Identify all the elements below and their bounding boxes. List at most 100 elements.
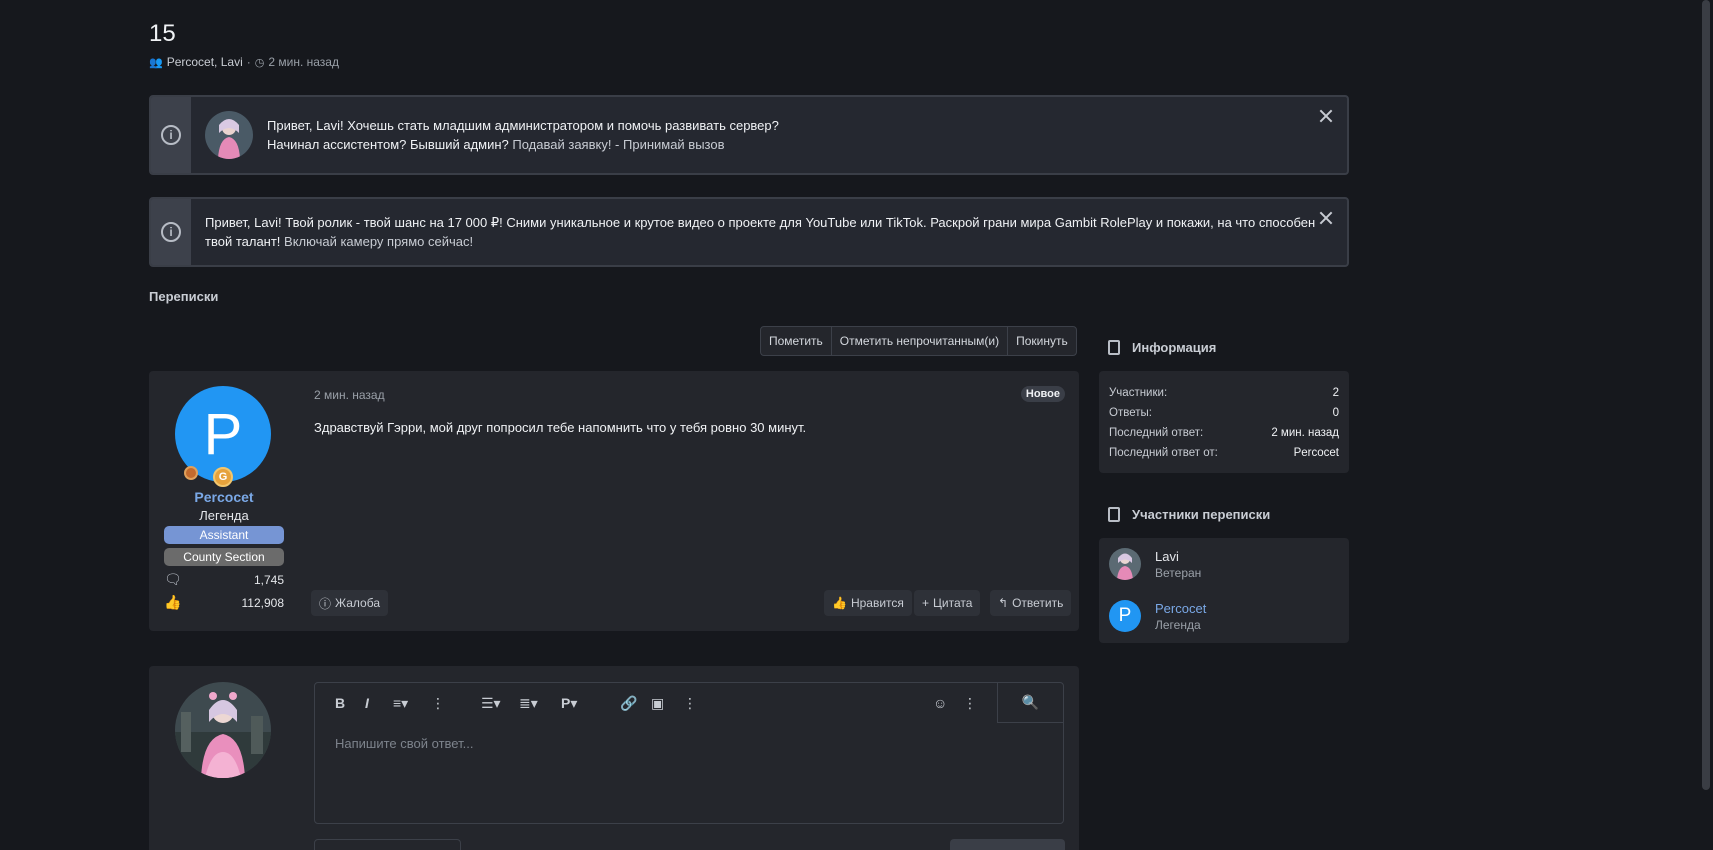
submit-reply-button[interactable] bbox=[950, 839, 1065, 850]
conversation-actions: Пометить Отметить непрочитанным(и) Покин… bbox=[760, 326, 1077, 356]
quote-label: Цитата bbox=[933, 596, 973, 610]
info-key: Участники: bbox=[1109, 387, 1168, 399]
like-label: Нравится bbox=[850, 596, 904, 610]
participants-title: Участники переписки bbox=[1108, 507, 1270, 522]
close-icon[interactable] bbox=[1319, 211, 1333, 225]
notice-text: Начинал ассистентом? Бывший админ? bbox=[267, 137, 513, 152]
message-time[interactable]: 2 мин. назад bbox=[314, 388, 385, 402]
plus-icon: + bbox=[922, 596, 930, 610]
participant-name[interactable]: Percocet bbox=[1155, 601, 1206, 616]
align-icon[interactable]: ≣▾ bbox=[519, 693, 538, 713]
section-title: Переписки bbox=[149, 289, 219, 304]
notice-body: Привет, Lavi! Твой ролик - твой шанс на … bbox=[191, 199, 1347, 265]
participants-title-text: Участники переписки bbox=[1132, 507, 1271, 522]
document-icon bbox=[1108, 340, 1120, 355]
quote-button[interactable]: + Цитата bbox=[914, 590, 981, 616]
conversation-time: 2 мин. назад bbox=[268, 55, 339, 69]
notice-body: Привет, Lavi! Хочешь стать младшим админ… bbox=[191, 97, 1347, 173]
notice-admin-recruitment: i Привет, Lavi! Хочешь стать младшим адм… bbox=[149, 95, 1349, 175]
more-vertical-icon[interactable]: ⋮ bbox=[431, 693, 445, 713]
attach-files-button[interactable] bbox=[314, 839, 461, 850]
participants-link[interactable]: Percocet, Lavi bbox=[167, 55, 243, 69]
link-icon[interactable]: 🔗 bbox=[620, 693, 637, 713]
participant-item[interactable]: P Percocet Легенда bbox=[1109, 600, 1206, 632]
messages-count: 1,745 bbox=[253, 572, 284, 587]
messages-icon: 🗨 bbox=[164, 571, 182, 587]
messages-stat: 🗨 1,745 bbox=[164, 571, 284, 588]
message-user: P G Percocet Легенда Assistant County Se… bbox=[149, 371, 299, 631]
reply-editor: B I ≡▾ ⋮ ☰▾ ≣▾ P▾ 🔗 ▣ ⋮ ☺ ⋮ 🔍 Напишите с… bbox=[314, 682, 1064, 824]
info-key: Ответы: bbox=[1109, 407, 1152, 419]
page-title: 15 bbox=[149, 20, 176, 47]
close-icon[interactable] bbox=[1319, 109, 1333, 123]
medal-icon bbox=[184, 466, 198, 480]
preview-icon[interactable]: 🔍 bbox=[997, 683, 1063, 723]
more-vertical-icon[interactable]: ⋮ bbox=[683, 693, 697, 713]
more-vertical-icon[interactable]: ⋮ bbox=[963, 693, 977, 713]
reply-box: B I ≡▾ ⋮ ☰▾ ≣▾ P▾ 🔗 ▣ ⋮ ☺ ⋮ 🔍 Напишите с… bbox=[149, 666, 1079, 850]
like-button[interactable]: 👍 Нравится bbox=[824, 590, 912, 616]
notice-side: i bbox=[151, 97, 191, 173]
avatar[interactable]: P bbox=[1109, 600, 1141, 632]
reply-label: Ответить bbox=[1012, 596, 1064, 610]
report-button[interactable]: ⓘ Жалоба bbox=[311, 590, 388, 616]
info-title: Информация bbox=[1108, 340, 1216, 355]
info-row: Участники: 2 bbox=[1109, 383, 1339, 403]
username[interactable]: Percocet bbox=[149, 489, 299, 505]
list-icon[interactable]: ☰▾ bbox=[481, 693, 501, 713]
thumbs-up-icon: 👍 bbox=[164, 594, 182, 610]
reply-input[interactable]: Напишите свой ответ... bbox=[335, 736, 473, 751]
leave-button[interactable]: Покинуть bbox=[1008, 327, 1076, 355]
notice-link[interactable]: Подавай заявку! - Принимай вызов bbox=[512, 137, 724, 152]
participant-name[interactable]: Lavi bbox=[1155, 549, 1201, 564]
image-icon[interactable]: ▣ bbox=[651, 693, 664, 713]
participant-item[interactable]: Lavi Ветеран bbox=[1109, 548, 1201, 580]
info-row: Последний ответ от: Percocet bbox=[1109, 443, 1339, 463]
report-label: Жалоба bbox=[335, 596, 380, 610]
notice-line-1: Привет, Lavi! Твой ролик - твой шанс на … bbox=[205, 215, 1316, 230]
avatar[interactable] bbox=[175, 682, 271, 778]
users-icon: 👥 bbox=[149, 56, 163, 69]
notice-line-2: Начинал ассистентом? Бывший админ? Подав… bbox=[267, 135, 779, 154]
notice-text: твой талант! bbox=[205, 234, 285, 249]
coin-badge-icon: G bbox=[213, 467, 233, 487]
report-icon: ⓘ bbox=[319, 596, 332, 611]
info-box: Участники: 2 Ответы: 0 Последний ответ: 2 м… bbox=[1099, 371, 1349, 473]
info-value: 2 мин. назад bbox=[1271, 427, 1339, 439]
avatar[interactable] bbox=[1109, 548, 1141, 580]
notice-avatar bbox=[205, 111, 253, 159]
mark-button[interactable]: Пометить bbox=[761, 327, 832, 355]
info-value: 0 bbox=[1332, 407, 1339, 419]
notice-side: i bbox=[151, 199, 191, 265]
participant-title: Легенда bbox=[1155, 617, 1201, 632]
conversation-meta: 👥 Percocet, Lavi · ◷ 2 мин. назад bbox=[149, 55, 339, 69]
italic-icon[interactable]: I bbox=[365, 693, 369, 713]
info-value: 2 bbox=[1332, 387, 1339, 399]
participant-title: Ветеран bbox=[1155, 565, 1202, 580]
thumbs-up-icon: 👍 bbox=[832, 596, 847, 610]
clock-icon: ◷ bbox=[254, 56, 265, 69]
info-icon: i bbox=[161, 222, 181, 242]
likes-stat: 👍 112,908 bbox=[164, 594, 284, 611]
document-icon bbox=[1108, 507, 1120, 522]
info-title-text: Информация bbox=[1132, 340, 1217, 355]
notice-line-1: Привет, Lavi! Хочешь стать младшим админ… bbox=[267, 118, 779, 133]
info-row: Последний ответ: 2 мин. назад bbox=[1109, 423, 1339, 443]
message-text: Здравствуй Гэрри, мой друг попросил тебе… bbox=[314, 420, 807, 435]
page-scrollbar[interactable] bbox=[1699, 0, 1713, 850]
reply-button[interactable]: ↰ Ответить bbox=[990, 590, 1072, 616]
text-style-icon[interactable]: ≡▾ bbox=[393, 693, 408, 713]
new-badge: Новое bbox=[1020, 386, 1065, 402]
paragraph-icon[interactable]: P▾ bbox=[561, 693, 577, 713]
info-value[interactable]: Percocet bbox=[1294, 443, 1339, 463]
bold-icon[interactable]: B bbox=[335, 693, 345, 713]
editor-toolbar: B I ≡▾ ⋮ ☰▾ ≣▾ P▾ 🔗 ▣ ⋮ ☺ ⋮ 🔍 bbox=[315, 683, 1063, 723]
participants-box: Lavi Ветеран P Percocet Легенда bbox=[1099, 538, 1349, 643]
emoji-icon[interactable]: ☺ bbox=[933, 693, 947, 713]
info-key: Последний ответ: bbox=[1109, 427, 1204, 439]
meta-separator: · bbox=[246, 55, 251, 69]
scrollbar-thumb[interactable] bbox=[1702, 0, 1710, 790]
info-icon: i bbox=[161, 125, 181, 145]
mark-unread-button[interactable]: Отметить непрочитанным(и) bbox=[832, 327, 1009, 355]
notice-link[interactable]: Включай камеру прямо сейчас! bbox=[284, 234, 473, 249]
